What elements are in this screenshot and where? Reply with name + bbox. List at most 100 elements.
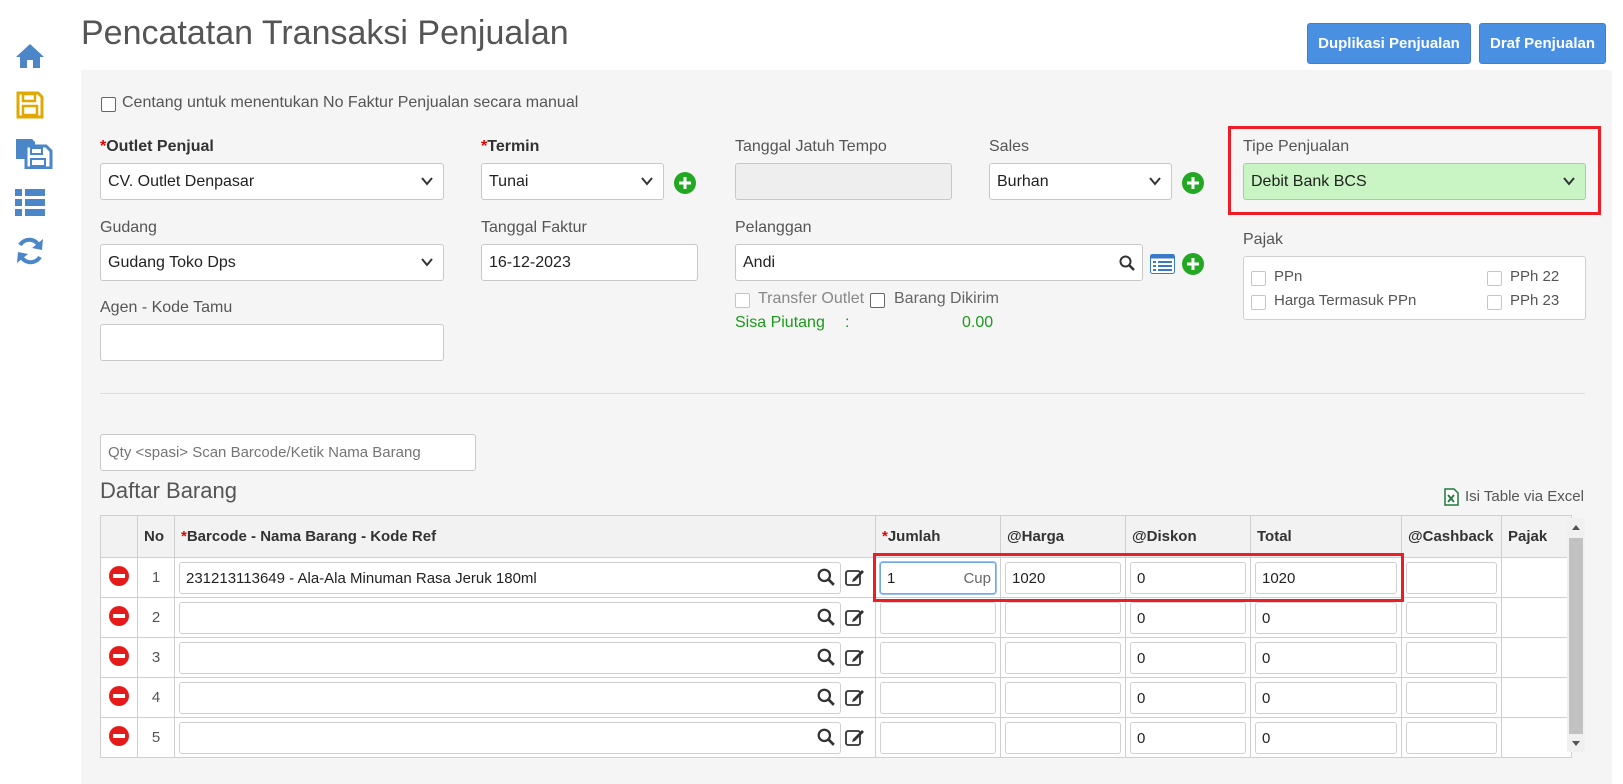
search-icon[interactable]	[817, 688, 835, 706]
receivable-label: Sisa Piutang	[735, 314, 825, 331]
save-all-icon[interactable]	[14, 137, 54, 169]
edit-icon[interactable]	[845, 727, 865, 747]
save-icon[interactable]	[14, 89, 46, 121]
search-icon[interactable]	[817, 608, 835, 626]
item-input[interactable]	[179, 602, 841, 634]
tax-cell	[1501, 637, 1572, 678]
outlet-select[interactable]: CV. Outlet Denpasar	[100, 163, 444, 200]
add-sales-icon[interactable]	[1182, 172, 1204, 194]
qty-input[interactable]	[880, 722, 996, 754]
edit-icon[interactable]	[845, 647, 865, 667]
item-input[interactable]	[179, 642, 841, 674]
remove-row-icon[interactable]	[109, 606, 129, 626]
table-scroll-thumb[interactable]	[1569, 538, 1583, 734]
invoice-date-label: Tanggal Faktur	[481, 219, 587, 236]
sales-select[interactable]: Burhan	[989, 163, 1172, 200]
price-input[interactable]	[1005, 722, 1121, 754]
customer-list-icon[interactable]	[1150, 254, 1175, 274]
goods-sent-checkbox[interactable]	[870, 293, 885, 308]
barcode-cell: 231213113649 - Ala-Ala Minuman Rasa Jeru…	[174, 557, 876, 598]
price-incl-ppn-checkbox[interactable]	[1251, 295, 1266, 310]
total-cell: 0	[1250, 637, 1402, 678]
item-input[interactable]	[179, 722, 841, 754]
add-termin-icon[interactable]	[674, 172, 696, 194]
remove-column-header	[100, 515, 138, 558]
remove-row-icon[interactable]	[109, 646, 129, 666]
page-title: Pencatatan Transaksi Penjualan	[81, 14, 569, 52]
cashback-cell	[1401, 637, 1502, 678]
table-row: 2 00	[100, 597, 1572, 638]
remove-row-icon[interactable]	[109, 566, 129, 586]
scroll-up-icon[interactable]	[1570, 522, 1582, 532]
price-input[interactable]	[1005, 682, 1121, 714]
total-column-header: Total	[1250, 515, 1402, 558]
cashback-input[interactable]	[1406, 602, 1497, 634]
termin-select[interactable]: Tunai	[481, 163, 664, 200]
row-number: 5	[137, 717, 175, 758]
price-cell	[1000, 677, 1126, 718]
customer-field[interactable]: Andi	[735, 244, 1143, 281]
customer-label: Pelanggan	[735, 219, 812, 236]
scan-barcode-input[interactable]	[100, 434, 476, 471]
qty-input[interactable]	[880, 602, 996, 634]
manual-invoice-checkbox[interactable]	[101, 97, 116, 112]
pph22-checkbox[interactable]	[1487, 271, 1502, 286]
price-cell	[1000, 597, 1126, 638]
price-input[interactable]	[1005, 602, 1121, 634]
cashback-cell	[1401, 717, 1502, 758]
pph23-checkbox[interactable]	[1487, 295, 1502, 310]
divider	[100, 393, 1585, 394]
scroll-down-icon[interactable]	[1570, 739, 1582, 749]
qty-input[interactable]	[880, 682, 996, 714]
barcode-cell	[174, 597, 876, 638]
cashback-cell	[1401, 677, 1502, 718]
row-number: 1	[137, 557, 175, 598]
search-icon[interactable]	[817, 648, 835, 666]
price-incl-ppn-label: Harga Termasuk PPn	[1274, 292, 1417, 309]
item-input[interactable]	[179, 682, 841, 714]
qty-input[interactable]	[880, 642, 996, 674]
remove-row-icon[interactable]	[109, 686, 129, 706]
remove-cell	[100, 557, 138, 598]
cashback-input[interactable]	[1406, 642, 1497, 674]
row-highlight	[873, 553, 1404, 602]
remove-row-icon[interactable]	[109, 726, 129, 746]
search-icon[interactable]	[817, 728, 835, 746]
cashback-input[interactable]	[1406, 722, 1497, 754]
table-row: 4 00	[100, 677, 1572, 718]
ppn-checkbox[interactable]	[1251, 271, 1266, 286]
transfer-outlet-checkbox[interactable]	[735, 293, 750, 308]
item-input[interactable]: 231213113649 - Ala-Ala Minuman Rasa Jeru…	[179, 562, 841, 594]
cashback-cell	[1401, 557, 1502, 598]
price-input[interactable]	[1005, 642, 1121, 674]
discount-input[interactable]: 0	[1130, 682, 1246, 714]
excel-import-link[interactable]: Isi Table via Excel	[1465, 488, 1584, 505]
add-customer-icon[interactable]	[1182, 253, 1204, 275]
excel-icon[interactable]	[1444, 488, 1459, 506]
receivable-value: 0.00	[962, 314, 994, 331]
cashback-input[interactable]	[1406, 562, 1497, 594]
discount-input[interactable]: 0	[1130, 722, 1246, 754]
duplicate-sale-button[interactable]: Duplikasi Penjualan	[1307, 23, 1471, 64]
home-icon[interactable]	[14, 40, 46, 72]
edit-icon[interactable]	[845, 567, 865, 587]
qty-cell	[875, 637, 1001, 678]
agent-field[interactable]	[100, 324, 444, 361]
cashback-input[interactable]	[1406, 682, 1497, 714]
refresh-icon[interactable]	[14, 235, 46, 267]
warehouse-select[interactable]: Gudang Toko Dps	[100, 244, 444, 281]
discount-input[interactable]: 0	[1130, 602, 1246, 634]
search-icon[interactable]	[817, 568, 835, 586]
list-icon[interactable]	[14, 186, 46, 218]
discount-input[interactable]: 0	[1130, 642, 1246, 674]
remove-cell	[100, 677, 138, 718]
search-icon[interactable]	[1119, 255, 1135, 271]
barcode-cell	[174, 677, 876, 718]
edit-icon[interactable]	[845, 607, 865, 627]
due-date-label: Tanggal Jatuh Tempo	[735, 138, 887, 155]
edit-icon[interactable]	[845, 687, 865, 707]
total-field: 0	[1255, 602, 1397, 634]
draft-sale-button[interactable]: Draf Penjualan	[1479, 23, 1606, 64]
invoice-date-field[interactable]: 16-12-2023	[481, 244, 698, 281]
table-row: 3 00	[100, 637, 1572, 678]
